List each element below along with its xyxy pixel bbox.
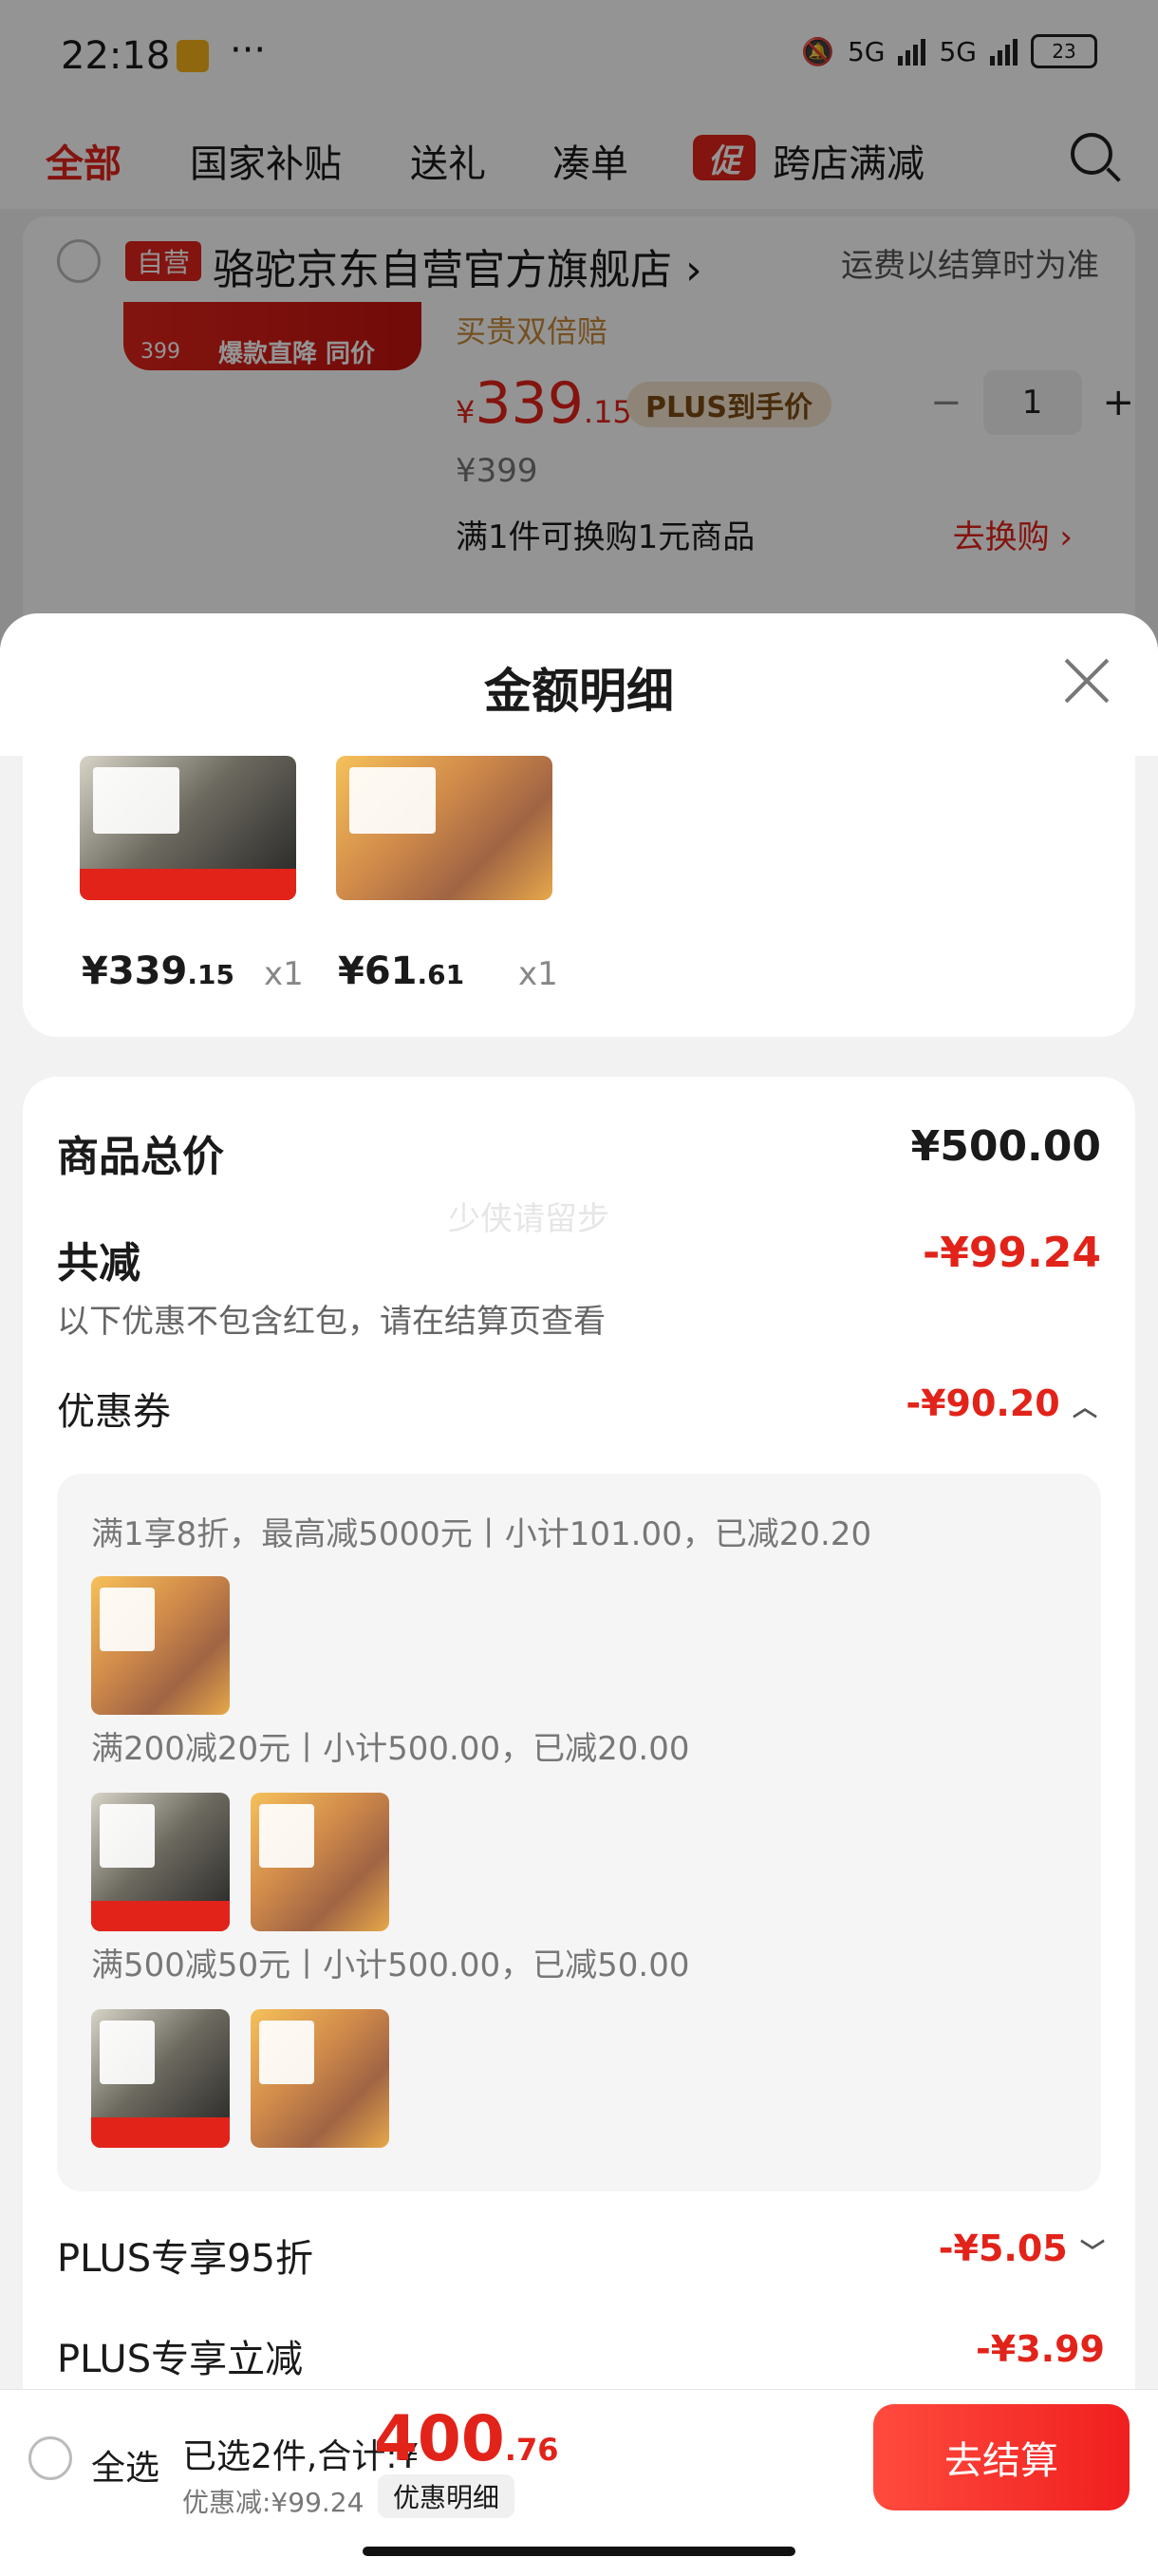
product-price-1: ¥339.15 <box>82 950 234 993</box>
product-qty-2: x1 <box>518 955 558 993</box>
coupon-value: -¥90.20 <box>906 1382 1060 1424</box>
product-thumbnail-jacket[interactable] <box>80 756 296 900</box>
coupon-rule-3-thumb-jacket <box>91 2009 230 2148</box>
discount-detail-button[interactable]: 优惠明细 <box>378 2474 515 2518</box>
home-indicator[interactable] <box>363 2547 795 2556</box>
total-reduce-value: -¥99.24 <box>922 1229 1101 1277</box>
coupon-rule-2-thumb-jacket <box>91 1793 230 1931</box>
close-icon[interactable] <box>1061 655 1112 706</box>
checkout-button[interactable]: 去结算 <box>873 2404 1130 2510</box>
coupon-rule-1-thumb-cup <box>91 1576 230 1715</box>
coupon-label: 优惠券 <box>57 1390 171 1434</box>
select-all-checkbox[interactable] <box>28 2436 72 2480</box>
select-all-label[interactable]: 全选 <box>91 2440 159 2490</box>
coupon-rule-2-thumb-cup <box>251 1793 389 1931</box>
plus-95-toggle[interactable]: -¥5.05 ﹀ <box>939 2228 1105 2269</box>
product-summary-panel: ¥339.15 x1 ¥61.61 x1 <box>23 756 1135 1037</box>
product-price-2: ¥61.61 <box>338 950 465 993</box>
coupon-toggle[interactable]: -¥90.20 ︿ <box>906 1382 1097 1424</box>
watermark-text: 少侠请留步 <box>448 1200 609 1238</box>
coupon-rule-1: 满1享8折，最高减5000元丨小计101.00，已减20.20 <box>91 1515 872 1553</box>
reduce-note: 以下优惠不包含红包，请在结算页查看 <box>57 1303 606 1341</box>
chevron-up-icon: ︿ <box>1072 1394 1097 1422</box>
product-thumbnail-cup[interactable] <box>336 756 552 900</box>
chevron-down-icon: ﹀ <box>1079 2239 1105 2267</box>
cart-total: 400.76 <box>374 2402 559 2475</box>
coupon-rule-3-thumb-cup <box>251 2009 389 2148</box>
coupon-rule-2: 满200减20元丨小计500.00，已减20.00 <box>91 1730 690 1768</box>
coupon-detail-box: 满1享8折，最高减5000元丨小计101.00，已减20.20 满200减20元… <box>57 1474 1101 2191</box>
price-detail-sheet: 金额明细 ¥339.15 x1 ¥61.61 x1 商品总价 ¥500.00 共… <box>0 613 1158 2575</box>
plus-instant-label: PLUS专享立减 <box>57 2338 304 2381</box>
plus-95-value: -¥5.05 <box>938 2228 1068 2269</box>
product-qty-1: x1 <box>264 955 304 993</box>
sheet-title: 金额明细 <box>484 664 674 719</box>
discount-summary: 优惠减:¥99.24 <box>182 2487 364 2518</box>
total-price-label: 商品总价 <box>57 1133 224 1181</box>
sheet-header: 金额明细 <box>0 613 1158 756</box>
coupon-rule-3: 满500减50元丨小计500.00，已减50.00 <box>91 1946 690 1984</box>
plus-95-label: PLUS专享95折 <box>57 2237 313 2281</box>
total-reduce-label: 共减 <box>57 1239 140 1288</box>
total-price-value: ¥500.00 <box>910 1122 1101 1171</box>
plus-instant-value: -¥3.99 <box>976 2328 1105 2370</box>
